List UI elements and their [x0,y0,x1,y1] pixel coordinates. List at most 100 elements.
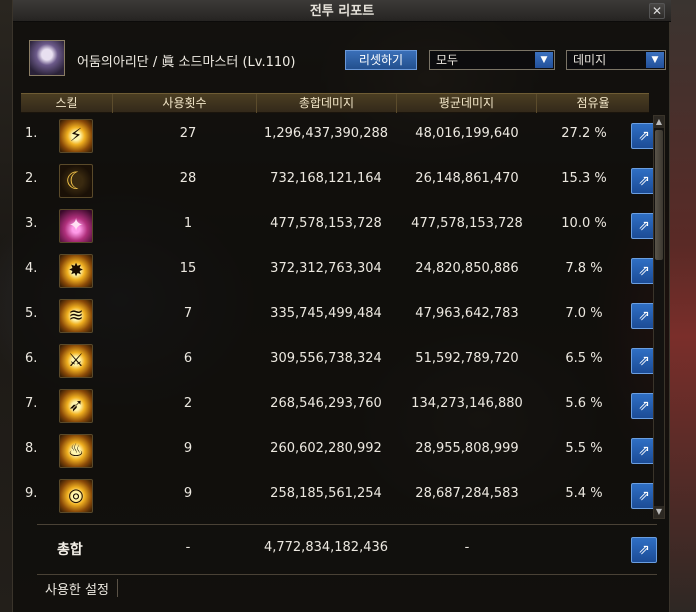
row-average-damage: 48,016,199,640 [415,126,519,141]
row-uses: 15 [179,261,197,276]
share-icon: ⇗ [638,443,650,459]
row-total-damage: 372,312,763,304 [270,261,382,276]
row-uses: 1 [183,216,193,231]
row-average-damage: 24,820,850,886 [415,261,519,276]
row-share: 7.0 % [565,306,603,321]
crescent-moon-skill-icon[interactable]: ☾ [59,164,93,198]
total-label: 총합 [57,542,83,558]
share-icon: ⇗ [638,173,650,189]
scroll-up-arrow-icon[interactable]: ▲ [654,116,664,128]
row-rank: 9. [25,486,38,501]
table-row: 3. ✦ 1 477,578,153,728 477,578,153,728 10.0 %… [21,204,657,249]
scroll-down-arrow-icon[interactable]: ▼ [654,506,664,518]
table-header: 스킬 사용횟수 총합데미지 평균데미지 점유율 [21,93,649,113]
character-name: 어둠의아리단 / 眞 소드마스터 (Lv.110) [77,55,296,70]
row-total-damage: 732,168,121,164 [270,171,382,186]
reset-button[interactable]: 리셋하기 [345,50,417,70]
column-header-average-damage[interactable]: 평균데미지 [397,94,537,113]
chevron-down-icon[interactable]: ▼ [646,52,664,68]
row-uses: 28 [179,171,197,186]
row-rank: 3. [25,216,38,231]
row-average-damage: 51,592,789,720 [415,351,519,366]
row-share: 5.4 % [565,486,603,501]
row-uses: 2 [183,396,193,411]
column-header-uses[interactable]: 사용횟수 [113,94,257,113]
flame-pillar-skill-icon[interactable]: ♨ [59,434,93,468]
total-damage: 4,772,834,182,436 [263,540,389,555]
row-share: 10.0 % [561,216,607,231]
table-row: 5. ≋ 7 335,745,499,484 47,963,642,783 7.0 % ⇗ [21,294,657,339]
row-uses: 27 [179,126,197,141]
combat-report-window: 전투 리포트 ✕ 어둠의아리단 / 眞 소드마스터 (Lv.110) 리셋하기 … [12,0,671,612]
total-row: 총합 - 4,772,834,182,436 - ⇗ [21,528,657,568]
share-icon: ⇗ [638,218,650,234]
skill-damage-table: 1. ⚡ 27 1,296,437,390,288 48,016,199,640 27.2… [21,114,657,522]
row-share: 5.6 % [565,396,603,411]
divider [37,524,657,525]
row-average-damage: 477,578,153,728 [411,216,523,231]
character-portrait-skill-icon[interactable]: ✦ [59,209,93,243]
row-total-damage: 1,296,437,390,288 [263,126,389,141]
row-average-damage: 26,148,861,470 [415,171,519,186]
row-total-damage: 309,556,738,324 [270,351,382,366]
share-icon: ⇗ [638,353,650,369]
row-uses: 9 [183,486,193,501]
close-button[interactable]: ✕ [649,3,665,19]
blade-strike-skill-icon[interactable]: ➶ [59,389,93,423]
row-rank: 2. [25,171,38,186]
row-uses: 6 [183,351,193,366]
table-row: 9. ◎ 9 258,185,561,254 28,687,284,583 5.4 % ⇗ [21,474,657,519]
column-header-total-damage[interactable]: 총합데미지 [257,94,397,113]
share-icon: ⇗ [638,542,650,558]
total-uses: - [185,540,191,555]
row-average-damage: 28,687,284,583 [415,486,519,501]
row-uses: 9 [183,441,193,456]
sword-skill-icon[interactable]: ⚔ [59,344,93,378]
row-rank: 5. [25,306,38,321]
row-rank: 8. [25,441,38,456]
row-total-damage: 260,602,280,992 [270,441,382,456]
metric-filter-dropdown[interactable]: 데미지 ▼ [566,50,666,70]
metric-filter-value: 데미지 [573,53,607,67]
share-total-button[interactable]: ⇗ [631,537,657,563]
share-icon: ⇗ [638,263,650,279]
column-header-skill[interactable]: 스킬 [21,94,113,113]
row-share: 27.2 % [561,126,607,141]
used-settings-tab[interactable]: 사용한 설정 [45,579,118,598]
burst-skill-icon[interactable]: ✸ [59,254,93,288]
row-total-damage: 335,745,499,484 [270,306,382,321]
character-avatar [29,40,65,76]
chevron-down-icon[interactable]: ▼ [535,52,553,68]
column-header-share[interactable]: 점유율 [537,94,649,113]
row-average-damage: 28,955,808,999 [415,441,519,456]
target-filter-dropdown[interactable]: 모두 ▼ [429,50,555,70]
table-row: 4. ✸ 15 372,312,763,304 24,820,850,886 7.8 % ⇗ [21,249,657,294]
share-icon: ⇗ [638,308,650,324]
row-share: 7.8 % [565,261,603,276]
row-total-damage: 477,578,153,728 [270,216,382,231]
report-header: 어둠의아리단 / 眞 소드마스터 (Lv.110) 리셋하기 모두 ▼ 데미지 … [13,22,671,92]
row-uses: 7 [183,306,193,321]
settings-bar: 사용한 설정 [37,574,657,600]
row-average-damage: 134,273,146,880 [411,396,523,411]
scroll-thumb[interactable] [655,130,663,260]
table-scrollbar[interactable]: ▲ ▼ [653,115,665,519]
table-row: 7. ➶ 2 268,546,293,760 134,273,146,880 5.6 % ⇗ [21,384,657,429]
share-icon: ⇗ [638,128,650,144]
target-filter-value: 모두 [436,53,459,67]
spiral-skill-icon[interactable]: ◎ [59,479,93,513]
wave-skill-icon[interactable]: ≋ [59,299,93,333]
table-row: 1. ⚡ 27 1,296,437,390,288 48,016,199,640 27.2… [21,114,657,159]
game-background-strip [670,0,696,612]
row-rank: 1. [25,126,38,141]
share-icon: ⇗ [638,488,650,504]
row-rank: 6. [25,351,38,366]
window-title: 전투 리포트 [309,4,375,19]
slash-skill-icon[interactable]: ⚡ [59,119,93,153]
table-row: 8. ♨ 9 260,602,280,992 28,955,808,999 5.5 % ⇗ [21,429,657,474]
title-bar[interactable]: 전투 리포트 ✕ [13,0,671,22]
row-total-damage: 268,546,293,760 [270,396,382,411]
row-share: 6.5 % [565,351,603,366]
row-total-damage: 258,185,561,254 [270,486,382,501]
row-share: 5.5 % [565,441,603,456]
